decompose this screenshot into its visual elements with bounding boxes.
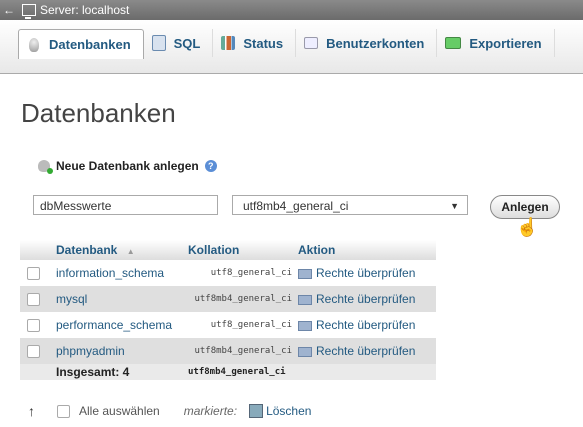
row-checkbox[interactable] bbox=[27, 318, 40, 332]
hand-cursor-icon: ☝ bbox=[516, 217, 539, 237]
table-header: Datenbank ▲ Kollation Aktion bbox=[20, 240, 436, 260]
row-collation: utf8mb4_general_ci bbox=[188, 338, 298, 364]
check-privileges-label: Rechte überprüfen bbox=[316, 266, 416, 280]
table-row: mysql utf8mb4_general_ci Rechte überprüf… bbox=[20, 286, 436, 312]
privileges-icon bbox=[298, 346, 312, 357]
users-icon bbox=[304, 37, 319, 49]
chevron-down-icon: ▼ bbox=[450, 201, 459, 211]
column-header-database[interactable]: Datenbank ▲ bbox=[50, 240, 188, 260]
check-privileges-link[interactable]: Rechte überprüfen bbox=[298, 312, 436, 338]
back-arrow-icon[interactable]: ← bbox=[0, 3, 18, 17]
return-arrow-icon: ↑ bbox=[28, 403, 35, 419]
column-header-action: Aktion bbox=[298, 240, 436, 260]
privileges-icon bbox=[298, 320, 312, 331]
server-title[interactable]: Server: localhost bbox=[40, 3, 129, 17]
collation-select-value: utf8mb4_general_ci bbox=[243, 199, 349, 213]
database-name-link[interactable]: mysql bbox=[50, 286, 188, 312]
row-collation: utf8_general_ci bbox=[188, 312, 298, 338]
create-database-heading: Neue Datenbank anlegen ? bbox=[38, 159, 217, 174]
collation-select[interactable]: utf8mb4_general_ci ▼ bbox=[232, 195, 468, 215]
marked-label: markierte: bbox=[183, 404, 238, 418]
status-icon bbox=[221, 36, 236, 50]
sql-icon bbox=[151, 35, 166, 51]
tab-databases-label: Datenbanken bbox=[49, 37, 131, 52]
column-header-database-label: Datenbank bbox=[56, 243, 118, 257]
check-privileges-label: Rechte überprüfen bbox=[316, 292, 416, 306]
database-name-link[interactable]: information_schema bbox=[50, 260, 188, 286]
database-name-link[interactable]: performance_schema bbox=[50, 312, 188, 338]
page-title: Datenbanken bbox=[21, 98, 176, 128]
tab-export[interactable]: Exportieren bbox=[437, 29, 555, 57]
table-row: performance_schema utf8_general_ci Recht… bbox=[20, 312, 436, 338]
check-privileges-link[interactable]: Rechte überprüfen bbox=[298, 338, 436, 364]
database-name-input[interactable]: dbMesswerte bbox=[33, 195, 218, 215]
create-button[interactable]: Anlegen bbox=[490, 195, 560, 219]
bulk-actions-bar: ↑ Alle auswählen markierte: Löschen bbox=[28, 403, 311, 419]
tab-status-label: Status bbox=[243, 35, 284, 51]
check-privileges-label: Rechte überprüfen bbox=[316, 318, 416, 332]
row-checkbox[interactable] bbox=[27, 344, 40, 358]
delete-button[interactable]: Löschen bbox=[266, 404, 311, 418]
check-privileges-link[interactable]: Rechte überprüfen bbox=[298, 286, 436, 312]
create-database-label: Neue Datenbank anlegen bbox=[56, 159, 199, 173]
select-all-label[interactable]: Alle auswählen bbox=[79, 404, 160, 418]
privileges-icon bbox=[298, 294, 312, 305]
sort-asc-icon: ▲ bbox=[126, 247, 135, 256]
tab-user-accounts[interactable]: Benutzerkonten bbox=[296, 29, 438, 57]
check-privileges-link[interactable]: Rechte überprüfen bbox=[298, 260, 436, 286]
databases-table: Datenbank ▲ Kollation Aktion information… bbox=[20, 240, 436, 380]
column-header-collation[interactable]: Kollation bbox=[188, 240, 298, 260]
tab-users-label: Benutzerkonten bbox=[326, 35, 425, 51]
row-collation: utf8_general_ci bbox=[188, 260, 298, 286]
server-breadcrumb-bar: ← Server: localhost bbox=[0, 0, 583, 20]
tab-databases[interactable]: Datenbanken bbox=[18, 29, 144, 59]
row-checkbox[interactable] bbox=[27, 266, 40, 280]
delete-icon[interactable] bbox=[249, 404, 264, 418]
table-row: phpmyadmin utf8mb4_general_ci Rechte übe… bbox=[20, 338, 436, 364]
privileges-icon bbox=[298, 268, 312, 279]
table-total-row: Insgesamt: 4 utf8mb4_general_ci bbox=[20, 364, 436, 380]
check-privileges-label: Rechte überprüfen bbox=[316, 344, 416, 358]
tab-status[interactable]: Status bbox=[213, 29, 297, 57]
select-all-checkbox[interactable] bbox=[57, 404, 70, 418]
database-add-icon bbox=[38, 160, 53, 174]
export-icon bbox=[445, 37, 462, 49]
top-tabs: Datenbanken SQL Status Benutzerkonten Ex… bbox=[0, 20, 583, 74]
tab-sql-label: SQL bbox=[173, 35, 201, 51]
total-count: Insgesamt: 4 bbox=[50, 364, 188, 380]
server-icon bbox=[22, 4, 36, 19]
tab-sql[interactable]: SQL bbox=[144, 29, 214, 57]
row-collation: utf8mb4_general_ci bbox=[188, 286, 298, 312]
database-name-link[interactable]: phpmyadmin bbox=[50, 338, 188, 364]
table-row: information_schema utf8_general_ci Recht… bbox=[20, 260, 436, 286]
help-icon[interactable]: ? bbox=[204, 160, 217, 172]
database-icon bbox=[29, 37, 39, 52]
total-collation: utf8mb4_general_ci bbox=[188, 364, 298, 380]
row-checkbox[interactable] bbox=[27, 292, 40, 306]
tab-export-label: Exportieren bbox=[469, 35, 542, 51]
